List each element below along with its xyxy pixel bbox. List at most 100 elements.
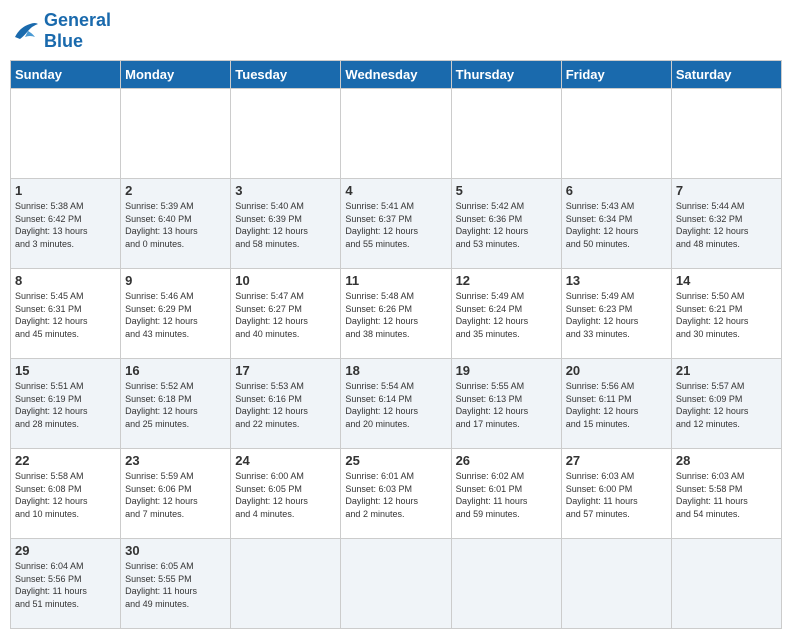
header-row: SundayMondayTuesdayWednesdayThursdayFrid… bbox=[11, 61, 782, 89]
day-number: 19 bbox=[456, 363, 557, 378]
calendar-cell: 1Sunrise: 5:38 AM Sunset: 6:42 PM Daylig… bbox=[11, 179, 121, 269]
day-info: Sunrise: 5:42 AM Sunset: 6:36 PM Dayligh… bbox=[456, 200, 557, 250]
day-number: 18 bbox=[345, 363, 446, 378]
day-info: Sunrise: 5:57 AM Sunset: 6:09 PM Dayligh… bbox=[676, 380, 777, 430]
day-number: 2 bbox=[125, 183, 226, 198]
calendar-cell: 9 Sunrise: 5:46 AM Sunset: 6:29 PM Daylig… bbox=[121, 269, 231, 359]
page-header: General Blue bbox=[10, 10, 782, 52]
header-cell-sunday: Sunday bbox=[11, 61, 121, 89]
day-info: Sunrise: 6:03 AM Sunset: 5:58 PM Dayligh… bbox=[676, 470, 777, 520]
day-info: Sunrise: 5:51 AM Sunset: 6:19 PM Dayligh… bbox=[15, 380, 116, 430]
calendar-cell: 30 Sunrise: 6:05 AM Sunset: 5:55 PM Dayli… bbox=[121, 539, 231, 629]
day-number: 16 bbox=[125, 363, 226, 378]
day-number: 22 bbox=[15, 453, 116, 468]
day-info: Sunrise: 5:46 AM Sunset: 6:29 PM Dayligh… bbox=[125, 290, 226, 340]
day-info: Sunrise: 6:03 AM Sunset: 6:00 PM Dayligh… bbox=[566, 470, 667, 520]
day-number: 12 bbox=[456, 273, 557, 288]
day-info: Sunrise: 5:40 AM Sunset: 6:39 PM Dayligh… bbox=[235, 200, 336, 250]
calendar-cell bbox=[561, 89, 671, 179]
day-info: Sunrise: 5:50 AM Sunset: 6:21 PM Dayligh… bbox=[676, 290, 777, 340]
calendar-cell: 12 Sunrise: 5:49 AM Sunset: 6:24 PM Dayli… bbox=[451, 269, 561, 359]
calendar-cell bbox=[671, 539, 781, 629]
calendar-cell: 7Sunrise: 5:44 AM Sunset: 6:32 PM Daylig… bbox=[671, 179, 781, 269]
calendar-cell: 17Sunrise: 5:53 AM Sunset: 6:16 PM Dayli… bbox=[231, 359, 341, 449]
header-cell-monday: Monday bbox=[121, 61, 231, 89]
calendar-cell bbox=[341, 89, 451, 179]
calendar-cell: 8 Sunrise: 5:45 AM Sunset: 6:31 PM Daylig… bbox=[11, 269, 121, 359]
header-cell-wednesday: Wednesday bbox=[341, 61, 451, 89]
day-number: 9 bbox=[125, 273, 226, 288]
header-cell-tuesday: Tuesday bbox=[231, 61, 341, 89]
day-info: Sunrise: 5:41 AM Sunset: 6:37 PM Dayligh… bbox=[345, 200, 446, 250]
day-number: 8 bbox=[15, 273, 116, 288]
calendar-cell: 19Sunrise: 5:55 AM Sunset: 6:13 PM Dayli… bbox=[451, 359, 561, 449]
day-number: 11 bbox=[345, 273, 446, 288]
calendar-cell: 16Sunrise: 5:52 AM Sunset: 6:18 PM Dayli… bbox=[121, 359, 231, 449]
header-cell-thursday: Thursday bbox=[451, 61, 561, 89]
calendar-body: 1Sunrise: 5:38 AM Sunset: 6:42 PM Daylig… bbox=[11, 89, 782, 629]
day-info: Sunrise: 5:49 AM Sunset: 6:24 PM Dayligh… bbox=[456, 290, 557, 340]
calendar-cell: 20 Sunrise: 5:56 AM Sunset: 6:11 PM Dayli… bbox=[561, 359, 671, 449]
day-number: 30 bbox=[125, 543, 226, 558]
day-number: 10 bbox=[235, 273, 336, 288]
day-info: Sunrise: 5:58 AM Sunset: 6:08 PM Dayligh… bbox=[15, 470, 116, 520]
calendar-cell: 4Sunrise: 5:41 AM Sunset: 6:37 PM Daylig… bbox=[341, 179, 451, 269]
calendar-cell bbox=[121, 89, 231, 179]
day-number: 13 bbox=[566, 273, 667, 288]
calendar-cell: 24 Sunrise: 6:00 AM Sunset: 6:05 PM Dayli… bbox=[231, 449, 341, 539]
day-number: 28 bbox=[676, 453, 777, 468]
day-info: Sunrise: 5:54 AM Sunset: 6:14 PM Dayligh… bbox=[345, 380, 446, 430]
calendar-cell: 25Sunrise: 6:01 AM Sunset: 6:03 PM Dayli… bbox=[341, 449, 451, 539]
calendar-cell: 23 Sunrise: 5:59 AM Sunset: 6:06 PM Dayli… bbox=[121, 449, 231, 539]
day-number: 3 bbox=[235, 183, 336, 198]
calendar-cell: 11 Sunrise: 5:48 AM Sunset: 6:26 PM Dayli… bbox=[341, 269, 451, 359]
calendar-cell: 26Sunrise: 6:02 AM Sunset: 6:01 PM Dayli… bbox=[451, 449, 561, 539]
day-info: Sunrise: 5:48 AM Sunset: 6:26 PM Dayligh… bbox=[345, 290, 446, 340]
calendar-cell: 14Sunrise: 5:50 AM Sunset: 6:21 PM Dayli… bbox=[671, 269, 781, 359]
calendar-cell bbox=[341, 539, 451, 629]
calendar-cell: 21 Sunrise: 5:57 AM Sunset: 6:09 PM Dayli… bbox=[671, 359, 781, 449]
calendar-cell: 15 Sunrise: 5:51 AM Sunset: 6:19 PM Dayli… bbox=[11, 359, 121, 449]
day-info: Sunrise: 6:02 AM Sunset: 6:01 PM Dayligh… bbox=[456, 470, 557, 520]
day-number: 15 bbox=[15, 363, 116, 378]
calendar-cell bbox=[11, 89, 121, 179]
calendar-cell bbox=[231, 89, 341, 179]
calendar-cell: 3 Sunrise: 5:40 AM Sunset: 6:39 PM Daylig… bbox=[231, 179, 341, 269]
day-info: Sunrise: 5:56 AM Sunset: 6:11 PM Dayligh… bbox=[566, 380, 667, 430]
calendar-cell bbox=[671, 89, 781, 179]
day-info: Sunrise: 5:59 AM Sunset: 6:06 PM Dayligh… bbox=[125, 470, 226, 520]
calendar-week-3: 15 Sunrise: 5:51 AM Sunset: 6:19 PM Dayli… bbox=[11, 359, 782, 449]
calendar-cell: 2Sunrise: 5:39 AM Sunset: 6:40 PM Daylig… bbox=[121, 179, 231, 269]
calendar-week-1: 1Sunrise: 5:38 AM Sunset: 6:42 PM Daylig… bbox=[11, 179, 782, 269]
logo-icon bbox=[10, 19, 40, 44]
calendar-week-0 bbox=[11, 89, 782, 179]
day-number: 24 bbox=[235, 453, 336, 468]
day-info: Sunrise: 5:38 AM Sunset: 6:42 PM Dayligh… bbox=[15, 200, 116, 250]
day-info: Sunrise: 6:05 AM Sunset: 5:55 PM Dayligh… bbox=[125, 560, 226, 610]
day-number: 27 bbox=[566, 453, 667, 468]
calendar-cell: 27 Sunrise: 6:03 AM Sunset: 6:00 PM Dayli… bbox=[561, 449, 671, 539]
calendar-week-4: 22 Sunrise: 5:58 AM Sunset: 6:08 PM Dayli… bbox=[11, 449, 782, 539]
day-info: Sunrise: 6:00 AM Sunset: 6:05 PM Dayligh… bbox=[235, 470, 336, 520]
day-info: Sunrise: 5:44 AM Sunset: 6:32 PM Dayligh… bbox=[676, 200, 777, 250]
day-info: Sunrise: 5:47 AM Sunset: 6:27 PM Dayligh… bbox=[235, 290, 336, 340]
day-number: 20 bbox=[566, 363, 667, 378]
day-info: Sunrise: 6:04 AM Sunset: 5:56 PM Dayligh… bbox=[15, 560, 116, 610]
header-cell-saturday: Saturday bbox=[671, 61, 781, 89]
calendar-week-2: 8 Sunrise: 5:45 AM Sunset: 6:31 PM Daylig… bbox=[11, 269, 782, 359]
calendar-cell: 22 Sunrise: 5:58 AM Sunset: 6:08 PM Dayli… bbox=[11, 449, 121, 539]
day-number: 6 bbox=[566, 183, 667, 198]
day-number: 25 bbox=[345, 453, 446, 468]
day-info: Sunrise: 5:43 AM Sunset: 6:34 PM Dayligh… bbox=[566, 200, 667, 250]
calendar-cell: 13 Sunrise: 5:49 AM Sunset: 6:23 PM Dayli… bbox=[561, 269, 671, 359]
day-number: 21 bbox=[676, 363, 777, 378]
calendar-header: SundayMondayTuesdayWednesdayThursdayFrid… bbox=[11, 61, 782, 89]
calendar-cell bbox=[451, 539, 561, 629]
day-number: 23 bbox=[125, 453, 226, 468]
day-number: 17 bbox=[235, 363, 336, 378]
calendar-cell: 28 Sunrise: 6:03 AM Sunset: 5:58 PM Dayli… bbox=[671, 449, 781, 539]
calendar-cell: 5Sunrise: 5:42 AM Sunset: 6:36 PM Daylig… bbox=[451, 179, 561, 269]
day-number: 29 bbox=[15, 543, 116, 558]
day-info: Sunrise: 5:49 AM Sunset: 6:23 PM Dayligh… bbox=[566, 290, 667, 340]
day-info: Sunrise: 5:45 AM Sunset: 6:31 PM Dayligh… bbox=[15, 290, 116, 340]
